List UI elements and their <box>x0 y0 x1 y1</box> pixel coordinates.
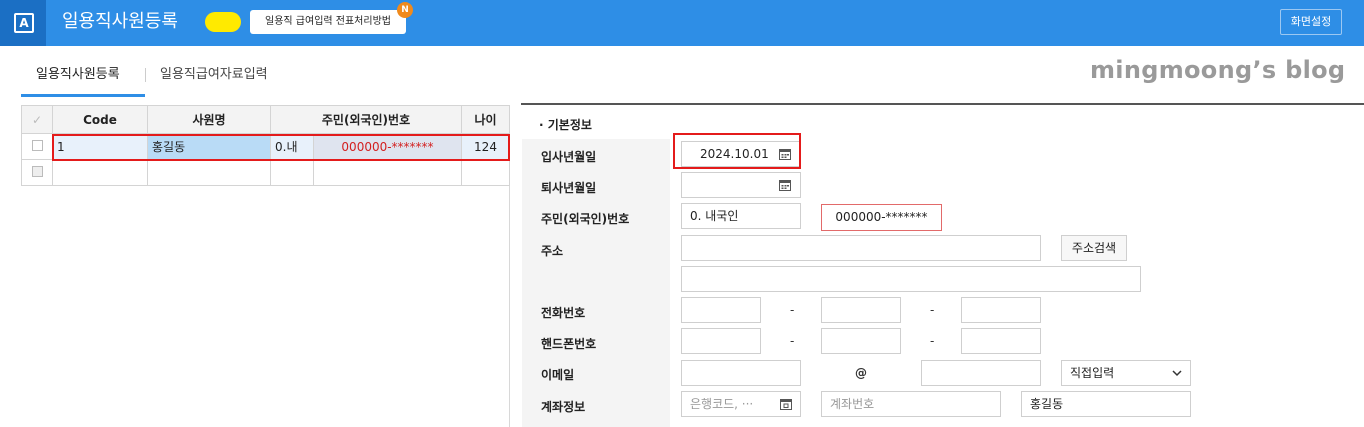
row-highlight-box <box>52 134 510 161</box>
address-label: 주소 <box>541 244 564 258</box>
app-logo[interactable]: A <box>0 0 46 46</box>
phone-field-2[interactable] <box>821 297 901 323</box>
top-bar: A 일용직사원등록 일용직 급여입력 전표처리방법 N 화면설정 <box>0 0 1364 46</box>
grid-header: ✓ Code 사원명 주민(외국인)번호 나이 <box>21 105 510 134</box>
tab-divider <box>145 68 146 82</box>
hire-date-label: 입사년월일 <box>541 150 597 164</box>
tab-payroll-input[interactable]: 일용직급여자료입력 <box>160 65 268 85</box>
address-search-button[interactable]: 주소검색 <box>1061 235 1127 261</box>
col-header-age[interactable]: 나이 <box>461 105 510 134</box>
phone-field-3[interactable] <box>961 297 1041 323</box>
cell-name[interactable] <box>147 159 271 186</box>
email-domain-field[interactable] <box>921 360 1041 386</box>
cell-nationality[interactable] <box>270 159 314 186</box>
row-checkbox[interactable] <box>21 133 53 160</box>
col-header-code[interactable]: Code <box>52 105 148 134</box>
email-domain-value: 직접입력 <box>1070 366 1115 380</box>
mobile-field-1[interactable] <box>681 328 761 354</box>
checkbox-icon[interactable] <box>31 139 43 151</box>
tab-employee-register[interactable]: 일용직사원등록 <box>36 65 120 85</box>
mobile-field-3[interactable] <box>961 328 1041 354</box>
phone-dash-2: - <box>930 303 935 317</box>
address-detail-field[interactable] <box>681 266 1141 292</box>
section-title: · 기본정보 <box>539 118 592 132</box>
active-tab-indicator <box>21 94 145 97</box>
tab-bar: 일용직사원등록 일용직급여자료입력 mingmoong’s blog <box>0 46 1364 98</box>
address-field[interactable] <box>681 235 1041 261</box>
phone-dash-1: - <box>790 303 795 317</box>
account-holder-field[interactable]: 홍길동 <box>1021 391 1191 417</box>
new-badge: N <box>397 2 413 18</box>
help-tip[interactable]: 일용직 급여입력 전표처리방법 <box>250 10 406 34</box>
phone-field-1[interactable] <box>681 297 761 323</box>
help-toggle[interactable] <box>205 12 241 32</box>
chevron-down-icon[interactable] <box>1172 369 1182 377</box>
row-checkbox[interactable] <box>21 159 53 186</box>
email-label: 이메일 <box>541 368 575 382</box>
mobile-dash-2: - <box>930 334 935 348</box>
checkbox-icon[interactable] <box>31 165 43 177</box>
email-at-sign: @ <box>855 366 867 380</box>
screen-settings-button[interactable]: 화면설정 <box>1280 9 1342 35</box>
leave-date-label: 퇴사년월일 <box>541 181 597 195</box>
account-label: 계좌정보 <box>541 400 586 414</box>
page-title: 일용직사원등록 <box>62 11 178 32</box>
app-logo-icon: A <box>14 13 34 33</box>
code-help-icon[interactable] <box>780 398 792 410</box>
table-row-empty[interactable] <box>21 159 510 186</box>
col-header-rrn[interactable]: 주민(외국인)번호 <box>270 105 462 134</box>
nationality-field[interactable]: 0. 내국인 <box>681 203 801 229</box>
cell-code[interactable] <box>52 159 148 186</box>
rrn-field[interactable]: 000000-******* <box>821 204 942 231</box>
mobile-label: 핸드폰번호 <box>541 337 597 351</box>
rrn-label: 주민(외국인)번호 <box>541 212 630 226</box>
account-number-field[interactable]: 계좌번호 <box>821 391 1001 417</box>
blog-watermark: mingmoong’s blog <box>1090 56 1346 84</box>
email-id-field[interactable] <box>681 360 801 386</box>
calendar-icon[interactable] <box>779 179 791 191</box>
phone-label: 전화번호 <box>541 306 586 320</box>
mobile-field-2[interactable] <box>821 328 901 354</box>
cell-rrn[interactable] <box>313 159 462 186</box>
hire-date-highlight-box <box>673 133 801 169</box>
mobile-dash-1: - <box>790 334 795 348</box>
col-header-name[interactable]: 사원명 <box>147 105 271 134</box>
cell-age[interactable] <box>461 159 510 186</box>
select-all-checkmark-icon[interactable]: ✓ <box>21 105 53 134</box>
